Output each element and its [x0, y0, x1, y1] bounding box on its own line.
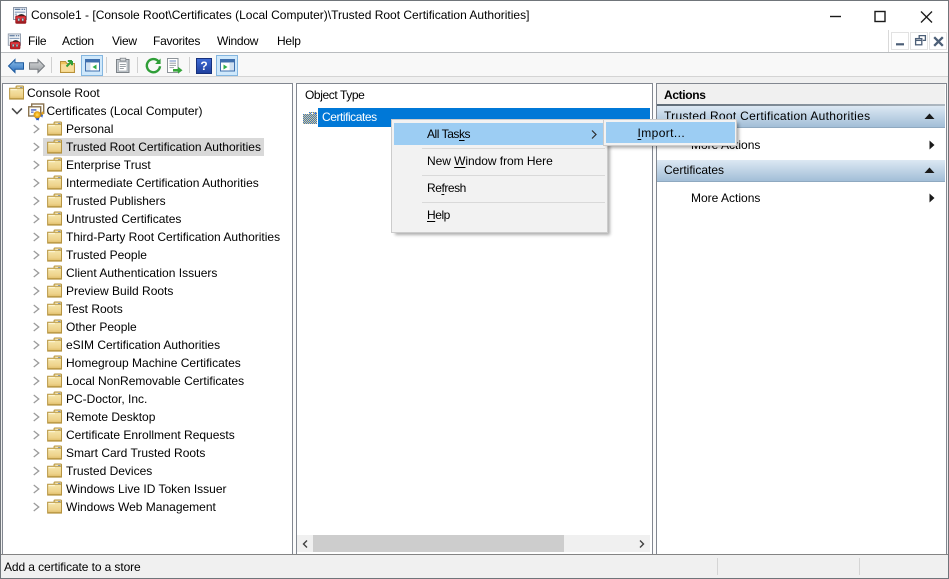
svg-text:?: ? [200, 59, 207, 73]
